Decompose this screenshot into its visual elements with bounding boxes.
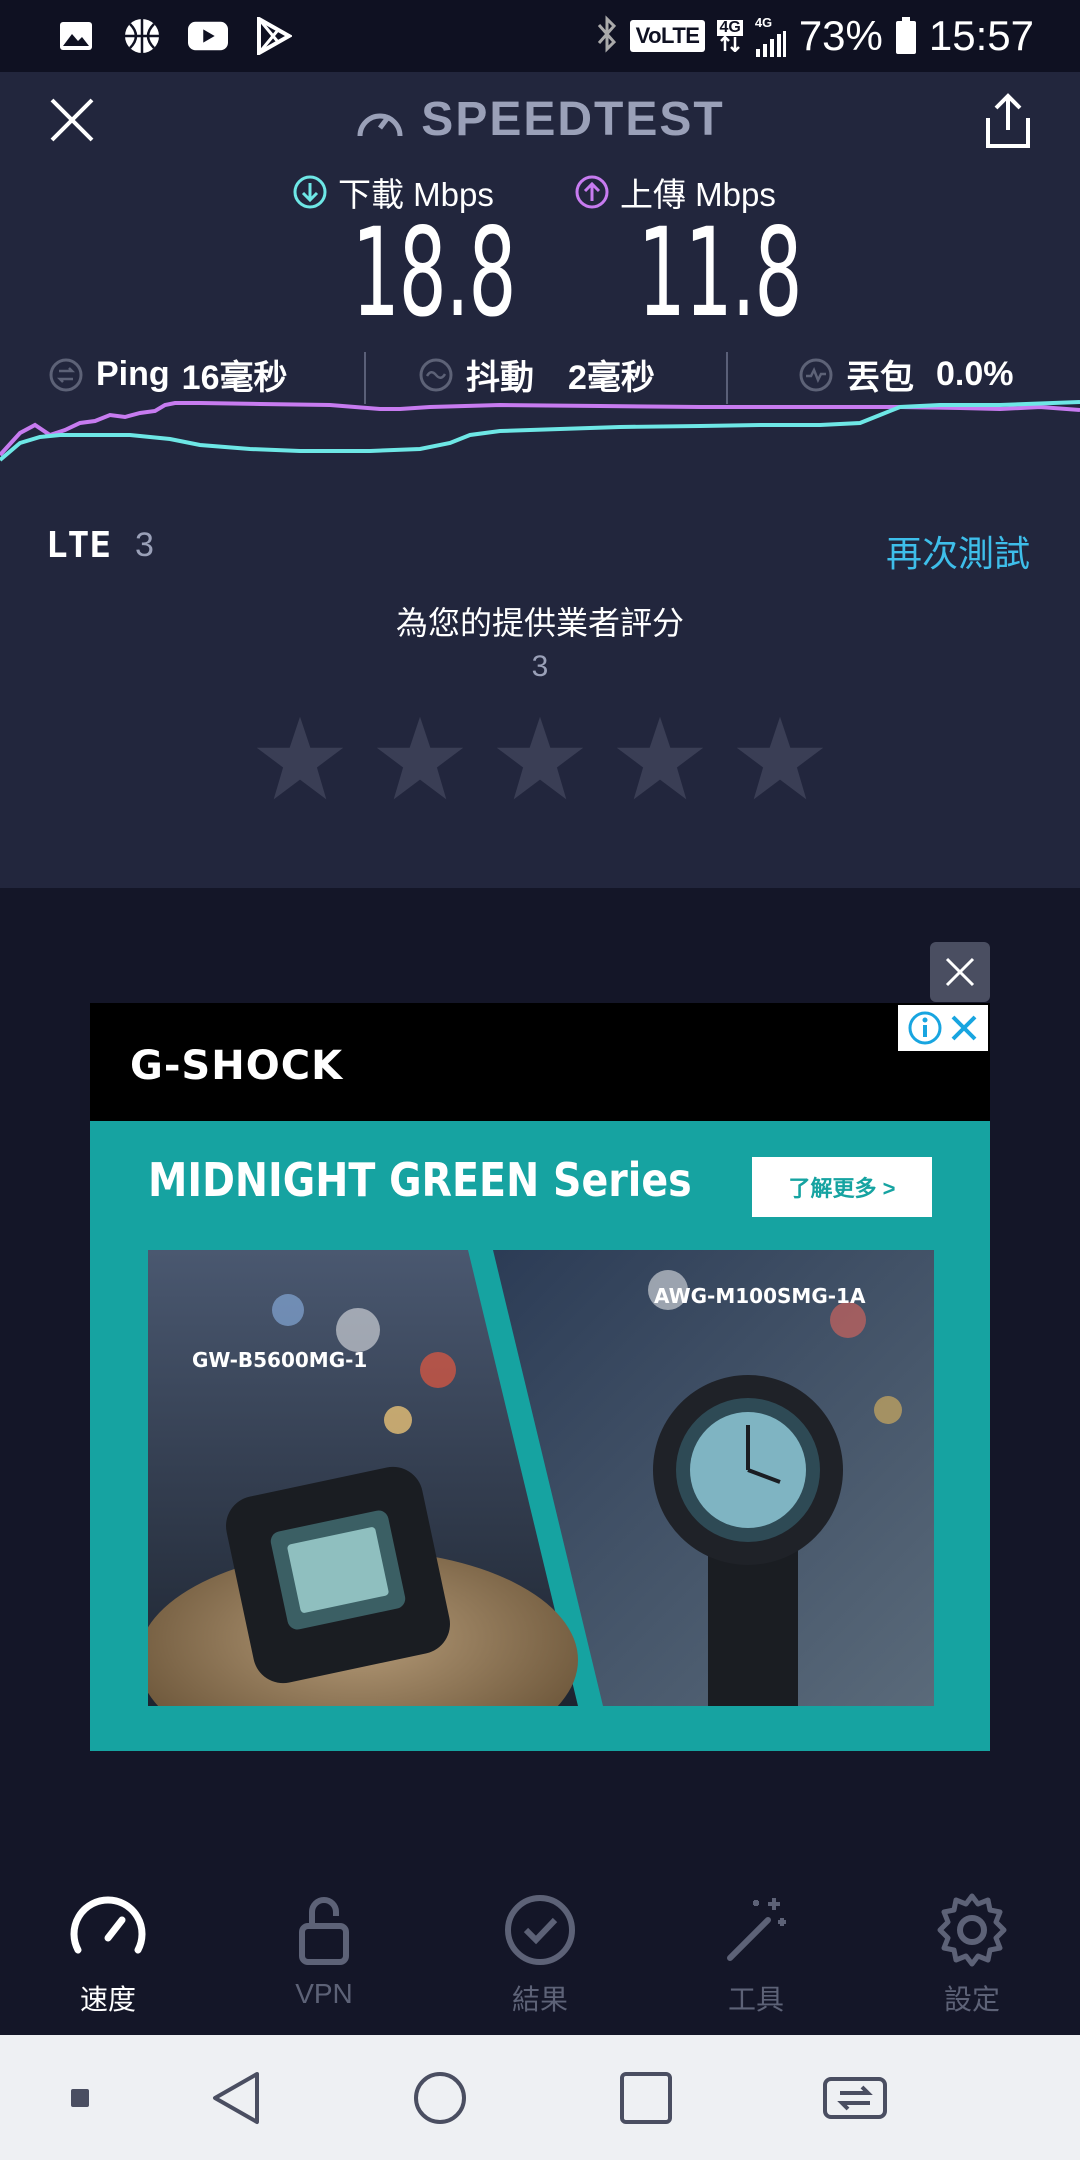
results-panel: SPEEDTEST 下載 Mbps 上傳 Mbps 18.8 11.8 Ping… [0,72,1080,888]
ping-label: Ping [96,355,170,393]
tab-results-label: 結果 [511,1984,568,2015]
tab-results[interactable]: 結果 [432,1860,648,2035]
upload-value: 11.8 [637,202,803,344]
star-icon-5[interactable] [733,712,827,806]
lock-icon [299,1897,349,1965]
jitter-icon [419,358,453,391]
jitter-label: 抖動 [466,359,534,397]
info-icon [908,1011,942,1045]
home-icon [414,2071,466,2124]
bottom-tab-bar: 速度 VPN 結果 工具 設定 [0,1860,1080,2035]
ping-icon [49,358,83,391]
tab-settings[interactable]: 設定 [864,1860,1080,2035]
watch-photo [148,1250,934,1706]
magic-wand-icon [727,1898,786,1961]
status-bar: VoLTE 4G 4G 73% 15:57 [0,0,1080,72]
speed-graph [0,400,1080,462]
system-nav-bar [0,2035,1080,2160]
battery-percent: 73% [798,12,883,59]
nav-switch-button[interactable] [810,2035,900,2160]
connection-type: LTE [46,525,112,566]
nav-recents-button[interactable] [606,2035,686,2160]
speedometer-logo-icon [357,113,403,136]
adchoices-button[interactable] [898,1005,988,1051]
download-arrow-icon [293,175,327,209]
dot-icon [71,2088,89,2107]
back-icon [213,2071,259,2124]
tab-speed-label: 速度 [79,1984,136,2015]
share-icon [986,93,1030,148]
tab-settings-label: 設定 [943,1984,1000,2015]
switch-app-icon [823,2076,887,2119]
connection-count: 3 [135,526,154,564]
ad-model-right: AWG-M100SMG-1A [654,1284,866,1308]
nav-home-button[interactable] [400,2035,480,2160]
nav-back-button[interactable] [196,2035,276,2160]
speedtest-logo: SPEEDTEST [0,92,1080,147]
tab-speed[interactable]: 速度 [0,1860,216,2035]
tab-tools[interactable]: 工具 [648,1860,864,2035]
ping-value: 16毫秒 [181,359,288,397]
ad-close-button[interactable] [930,942,990,1002]
star-icon-2[interactable] [373,712,467,806]
star-icon-1[interactable] [253,712,347,806]
ad-cta-button[interactable]: 了解更多 > [752,1157,932,1217]
ad-banner[interactable]: G-SHOCK MIDNIGHT GREEN Series 了解更多 > GW-… [90,1003,990,1751]
retest-button[interactable]: 再次測試 [886,525,1030,577]
packet-loss-icon [799,358,833,391]
clock: 15:57 [928,12,1034,59]
upload-arrow-icon [575,175,609,209]
ad-header: G-SHOCK [90,1003,990,1121]
download-value: 18.8 [351,202,517,344]
close-icon [945,957,975,987]
ad-model-left: GW-B5600MG-1 [192,1348,368,1372]
rating-title: 為您的提供業者評分 [395,605,684,641]
close-icon [951,1015,977,1041]
check-circle-icon [505,1895,575,1965]
star-icon-4[interactable] [613,712,707,806]
ad-product-image: GW-B5600MG-1 AWG-M100SMG-1A [148,1250,934,1706]
connection-info: LTE 3 [46,525,154,566]
youtube-icon [188,16,228,56]
brand-title: SPEEDTEST [421,93,725,146]
loss-label: 丟包 [846,359,914,397]
jitter-value: 2毫秒 [568,359,655,397]
ad-headline: MIDNIGHT GREEN Series [148,1153,692,1207]
gallery-icon [56,16,96,56]
share-button[interactable] [980,92,1036,152]
nav-dot-button[interactable] [60,2035,100,2160]
volte-badge: VoLTE [629,20,706,52]
gear-icon [937,1893,1007,1967]
play-store-icon [254,16,294,56]
bluetooth-icon [596,14,618,58]
loss-stat: 丟包 0.0% [798,350,1014,399]
rating-value: 3 [531,650,549,683]
download-graph-line [0,400,1080,462]
tab-vpn[interactable]: VPN [216,1860,432,2035]
jitter-stat: 抖動 2毫秒 [418,350,655,399]
battery-icon [895,17,917,55]
network-4g-icon: 4G [717,20,743,52]
tab-vpn-label: VPN [295,1978,353,2009]
ad-logo: G-SHOCK [130,1043,344,1089]
speedometer-icon [70,1896,146,1954]
star-rating [0,712,1080,806]
recents-icon [620,2071,672,2124]
star-icon-3[interactable] [493,712,587,806]
loss-value: 0.0% [936,355,1014,393]
signal-icon: 4G [755,15,787,57]
tab-tools-label: 工具 [727,1984,784,2015]
ping-stat: Ping 16毫秒 [48,350,288,399]
basketball-icon [122,16,162,56]
